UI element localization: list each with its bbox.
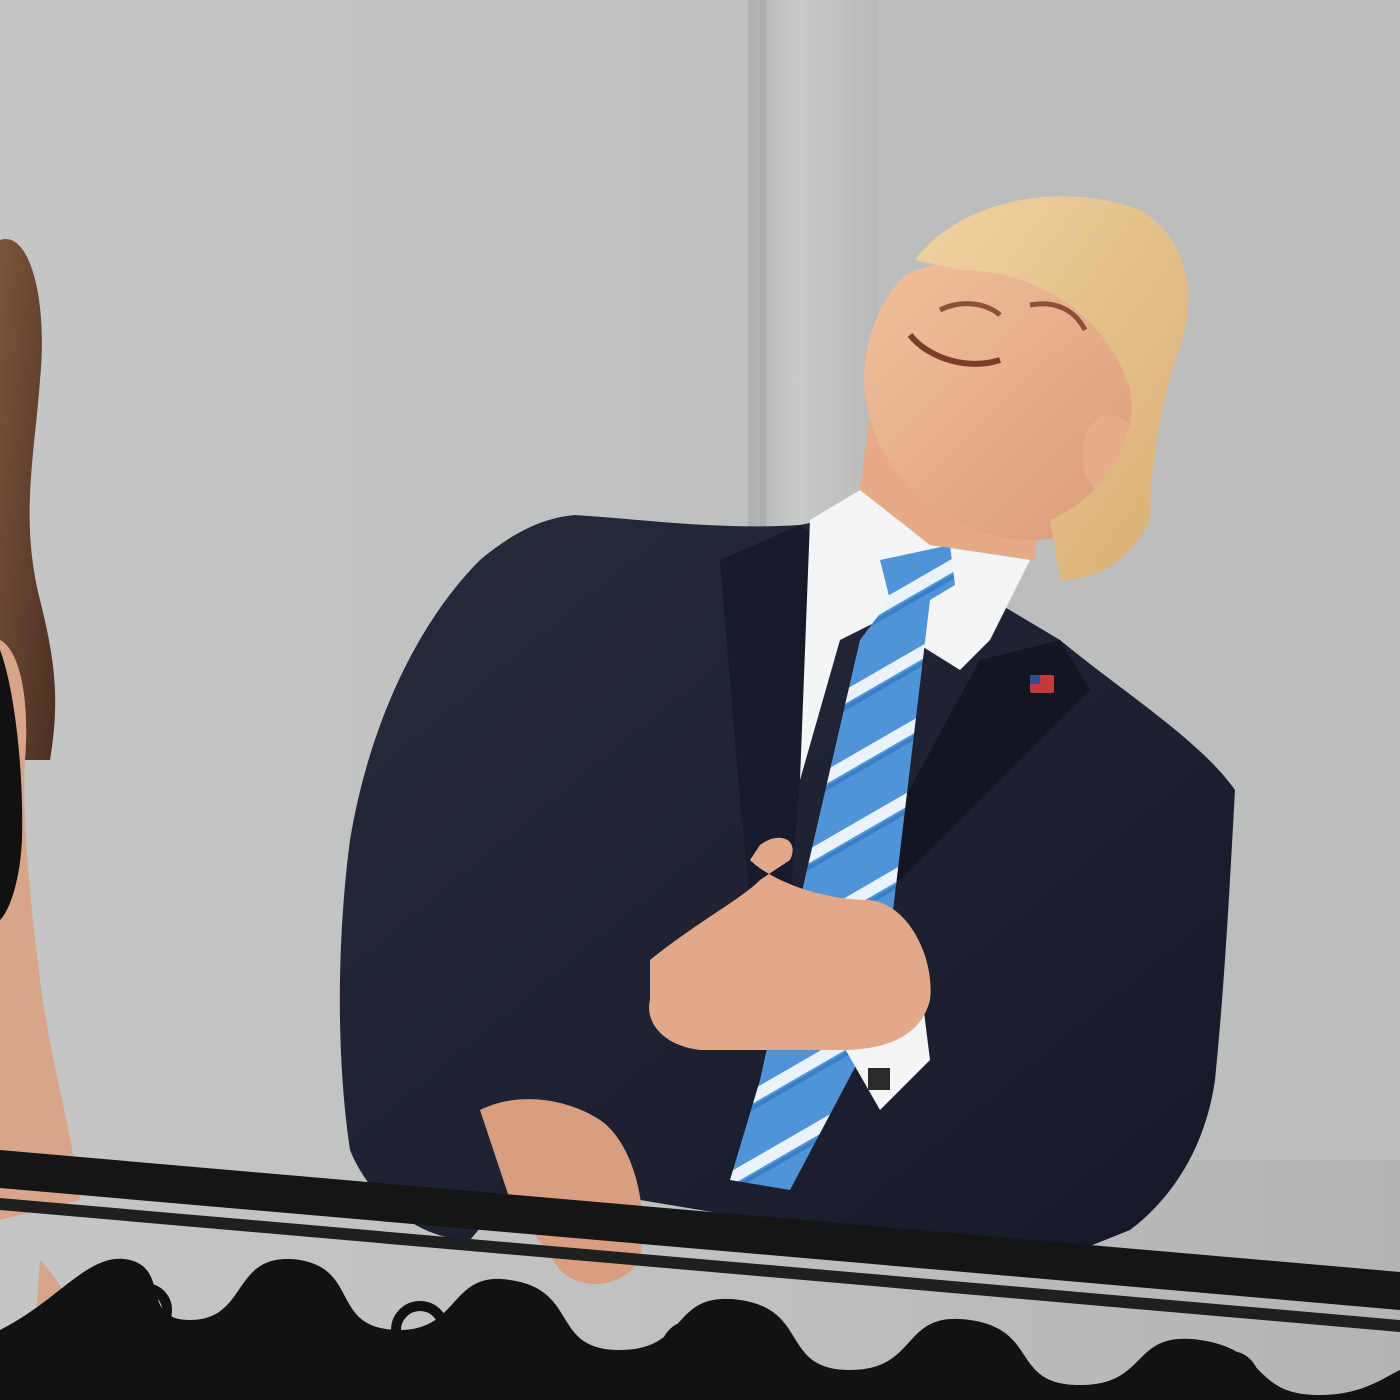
photo-illustration [0, 0, 1400, 1400]
photo-scene [0, 0, 1400, 1400]
cufflink [868, 1068, 890, 1090]
flag-pin-canton [1030, 675, 1040, 684]
